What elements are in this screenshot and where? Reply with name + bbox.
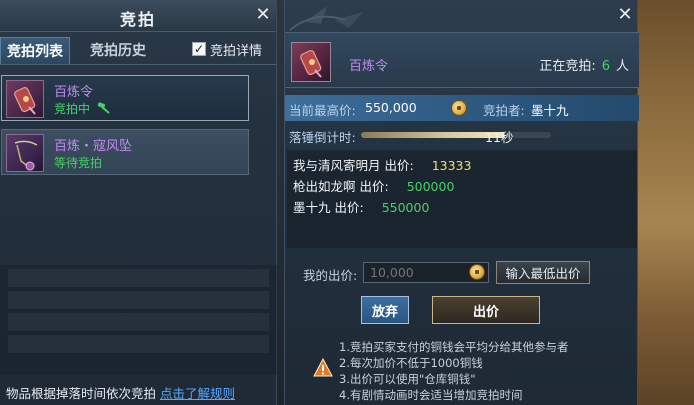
auction-item-bailianling[interactable]: 百炼令 竞拍中: [1, 75, 249, 121]
rules-section: 1.竞拍买家支付的铜钱会平均分给其他参与者 2.每次加价不低于1000铜钱 3.…: [285, 334, 639, 405]
bid-log-price: 550000: [381, 200, 430, 215]
item-status: 竞拍中: [54, 100, 112, 117]
rule-line: 1.竞拍买家支付的铜钱会平均分给其他参与者: [339, 340, 569, 354]
give-up-button[interactable]: 放弃: [361, 296, 409, 324]
rule-line: 3.出价可以使用"仓库铜钱": [339, 372, 476, 386]
bidder-name: 墨十九: [531, 103, 569, 118]
countdown-value: 11秒: [485, 130, 514, 145]
bid-log-price: 500000: [406, 179, 455, 194]
item-name: 百炼・寇风坠: [54, 139, 133, 154]
warning-icon: [313, 358, 333, 377]
bottom-note: 物品根据掉落时间依次竞拍 点击了解规则: [6, 383, 235, 402]
bid-log-label: 出价:: [384, 158, 414, 173]
bid-log-bidder: 墨十九: [293, 200, 331, 215]
chat-line: [8, 313, 269, 331]
auction-detail-panel: ✕ 百炼令 正在竞拍: 6 人 当前最高价: 550,000 竞拍者: 墨十九 落锤…: [284, 0, 639, 405]
countdown-row: 落锤倒计时: 11秒: [285, 125, 639, 145]
rule-line: 2.每次加价不低于1000铜钱: [339, 356, 483, 370]
bidder-label: 竞拍者:: [483, 103, 525, 118]
highest-price-label: 当前最高价:: [289, 103, 356, 118]
bid-log-entry: 墨十九 出价: 550000: [293, 197, 637, 215]
countdown-bar-fill: [361, 132, 504, 138]
min-bid-button[interactable]: 输入最低出价: [496, 261, 590, 284]
bid-log-label: 出价:: [334, 200, 364, 215]
tab-auction-history[interactable]: 竞拍历史: [84, 37, 152, 65]
coin-icon: [469, 264, 485, 280]
checkbox-checked-icon[interactable]: ✓: [192, 42, 206, 56]
close-icon[interactable]: ✕: [615, 5, 635, 25]
detail-checkbox[interactable]: ✓ 竞拍详情: [192, 40, 263, 59]
token-icon: [291, 42, 331, 82]
panel-title: 竞拍: [119, 10, 156, 29]
rule-line: 4.有剧情动画时会适当增加竞拍时间: [339, 388, 523, 402]
item-status-text: 竞拍中: [54, 102, 91, 116]
close-icon[interactable]: ✕: [253, 5, 273, 25]
chat-background: [0, 265, 277, 375]
item-name: 百炼令: [54, 85, 94, 100]
detail-checkbox-label: 竞拍详情: [210, 43, 263, 59]
background-gap: [276, 0, 284, 405]
auction-panel: 竞拍 ✕ 竞拍列表 竞拍历史 ✓ 竞拍详情 百炼令 竞拍中 百炼・寇风坠 等待竞…: [0, 0, 277, 405]
bidding-count-label: 正在竞拍:: [539, 59, 596, 74]
rules-link[interactable]: 点击了解规则: [160, 386, 235, 401]
countdown-label: 落锤倒计时:: [289, 130, 356, 145]
item-header: 百炼令 正在竞拍: 6 人: [285, 32, 639, 88]
bidding-count-number: 6: [601, 59, 610, 74]
highest-price-row: 当前最高价: 550,000 竞拍者: 墨十九: [285, 95, 639, 121]
chat-line: [8, 269, 269, 287]
tab-divider: [0, 64, 277, 65]
bid-log-entry: 枪出如龙啊 出价: 500000: [293, 176, 637, 194]
highest-price-value: 550,000: [365, 100, 417, 115]
bid-log-bidder: 枪出如龙啊: [293, 179, 356, 194]
item-status: 等待竞拍: [54, 156, 103, 170]
background-scenery: [638, 0, 694, 405]
bottom-note-text: 物品根据掉落时间依次竞拍: [6, 386, 157, 401]
bid-button[interactable]: 出价: [432, 296, 540, 324]
item-name: 百炼令: [349, 59, 389, 74]
chat-line: [8, 291, 269, 309]
bid-log-price: 13333: [431, 158, 472, 173]
bid-log: 我与清风寄明月 出价: 13333 枪出如龙啊 出价: 500000 墨十九 出…: [287, 150, 637, 248]
bid-log-entry: 我与清风寄明月 出价: 13333: [293, 155, 637, 173]
gavel-icon: [96, 102, 112, 117]
bidding-count-unit: 人: [615, 59, 629, 74]
tab-auction-list[interactable]: 竞拍列表: [0, 37, 70, 65]
bid-log-bidder: 我与清风寄明月: [293, 158, 381, 173]
my-bid-row: 我的出价: 输入最低出价: [285, 261, 639, 284]
countdown-bar: [361, 132, 551, 138]
pendant-icon: [6, 134, 44, 172]
bid-log-label: 出价:: [359, 179, 389, 194]
title-bar: 竞拍 ✕: [0, 0, 276, 32]
my-bid-label: 我的出价:: [303, 268, 358, 283]
token-icon: [6, 80, 44, 118]
bidding-count: 正在竞拍: 6 人: [539, 55, 629, 74]
coin-icon: [451, 100, 467, 116]
auction-item-koufengzhui[interactable]: 百炼・寇风坠 等待竞拍: [1, 129, 249, 175]
chat-line: [8, 335, 269, 353]
